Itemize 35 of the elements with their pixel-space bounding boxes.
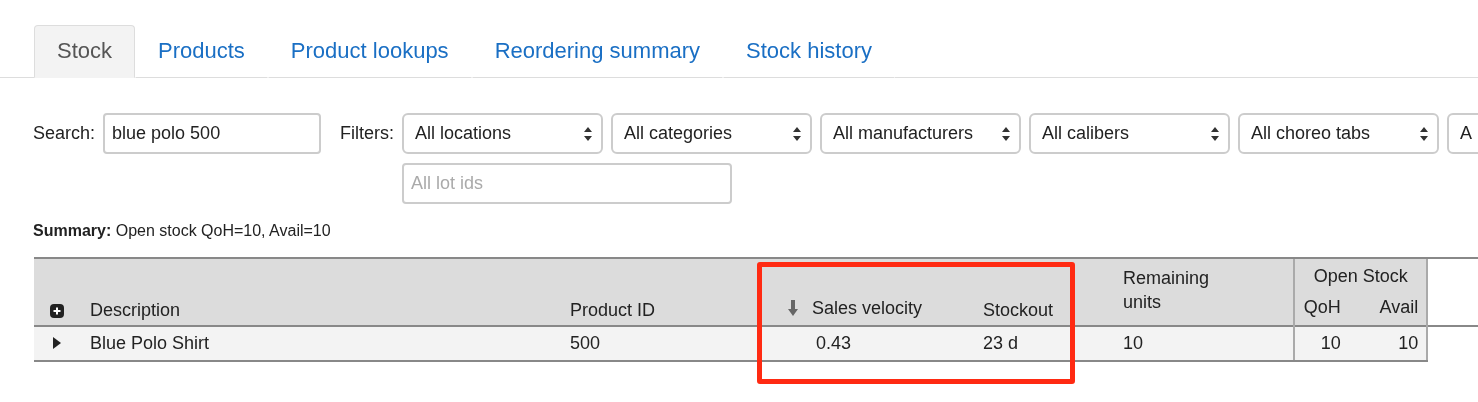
expand-row-icon[interactable]: [52, 337, 62, 349]
column-header[interactable]: Description: [90, 300, 181, 321]
tab[interactable]: Products: [135, 25, 268, 78]
dropdown-arrows-icon: [793, 126, 802, 141]
table-cell: Blue Polo Shirt: [90, 333, 210, 353]
filter-select[interactable]: All manufacturers: [820, 113, 1022, 154]
search-field[interactable]: blue polo 500: [103, 113, 322, 154]
tab[interactable]: Reordering summary: [471, 25, 724, 78]
search-label: Search:: [33, 122, 96, 145]
filter-select[interactable]: A: [1447, 113, 1478, 154]
expand-all-icon[interactable]: [50, 304, 64, 318]
dropdown-arrows-icon: [1002, 126, 1011, 141]
summary-text: Summary: Open stock QoH=10, Avail=10: [32, 221, 332, 240]
lot-ids-field[interactable]: All lot ids: [402, 163, 733, 204]
dropdown-arrows-icon: [1420, 126, 1429, 141]
filter-select[interactable]: All choreo tabs: [1238, 113, 1440, 154]
filter-select[interactable]: All categories: [611, 113, 813, 154]
column-header[interactable]: Stockout: [983, 300, 1054, 321]
column-group-header: Open Stock: [1313, 265, 1408, 286]
column-header[interactable]: Product ID: [570, 300, 656, 321]
dropdown-arrows-icon: [1211, 126, 1220, 141]
filter-select[interactable]: All locations: [402, 113, 604, 154]
table-cell: 23 d: [983, 333, 1019, 353]
table-cell: 10: [1398, 333, 1419, 353]
table-cell: 10: [1320, 333, 1341, 353]
tab[interactable]: Stock history: [723, 25, 895, 78]
tab[interactable]: Product lookups: [267, 25, 472, 78]
filter-select[interactable]: All calibers: [1029, 113, 1231, 154]
dropdown-arrows-icon: [584, 126, 593, 141]
tab[interactable]: Stock: [34, 25, 136, 78]
column-header[interactable]: Sales velocity: [812, 297, 923, 319]
table-cell: 0.43: [816, 333, 852, 353]
table-cell: 10: [1123, 333, 1144, 353]
filters-label: Filters:: [340, 122, 395, 145]
table-cell: 500: [570, 333, 601, 353]
